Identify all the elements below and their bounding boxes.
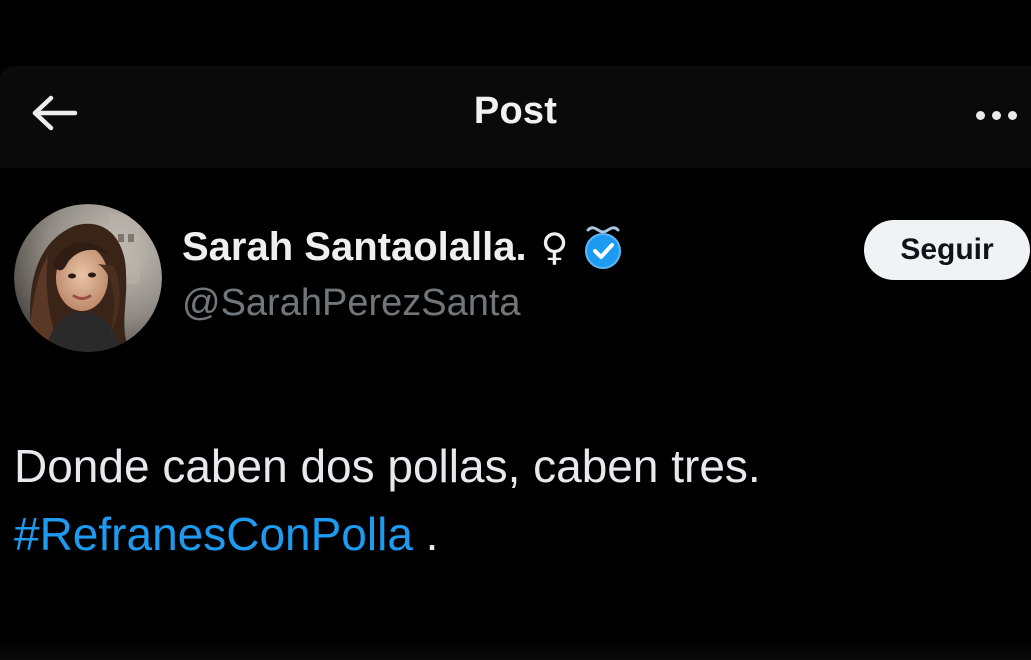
tweet-text-line: Donde caben dos pollas, caben tres. bbox=[14, 440, 761, 492]
author-handle[interactable]: @SarahPerezSanta bbox=[182, 282, 521, 325]
avatar[interactable] bbox=[14, 204, 162, 352]
page-title: Post bbox=[473, 90, 558, 132]
top-strip bbox=[0, 0, 1031, 66]
tweet-trailing-punctuation: . bbox=[412, 508, 439, 560]
hashtag-link[interactable]: #RefranesConPolla bbox=[14, 508, 413, 560]
more-horizontal-icon bbox=[975, 110, 1017, 120]
author-name-row[interactable]: Sarah Santaolalla. ♀ bbox=[182, 219, 632, 275]
tweet-hashtag-line: #RefranesConPolla . bbox=[14, 500, 1014, 568]
gender-symbol: ♀ bbox=[540, 225, 569, 269]
tweet-text: Donde caben dos pollas, caben tres. #Ref… bbox=[14, 432, 1014, 568]
display-name[interactable]: Sarah Santaolalla. bbox=[182, 225, 527, 270]
bottom-edge bbox=[0, 640, 1031, 660]
more-options-button[interactable] bbox=[968, 100, 1024, 130]
follow-button[interactable]: Seguir bbox=[864, 220, 1030, 280]
verified-badge-icon[interactable] bbox=[574, 218, 632, 276]
